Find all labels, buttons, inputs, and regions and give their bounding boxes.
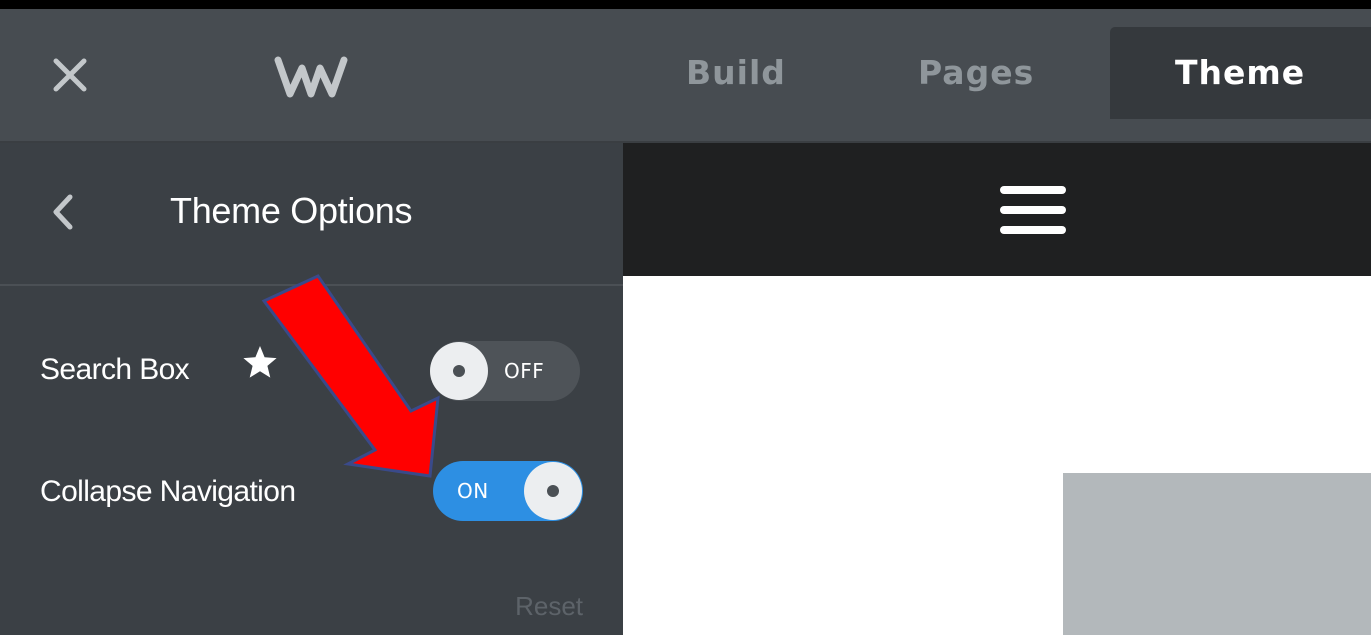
sidebar: Theme Options Search Box OFF Collapse Na… (0, 143, 623, 635)
site-preview (623, 143, 1371, 635)
toggle-state-label: OFF (504, 359, 545, 383)
weebly-logo (274, 56, 348, 98)
reset-button[interactable]: Reset (515, 591, 583, 622)
toggle-knob (524, 462, 582, 520)
close-button[interactable] (50, 55, 92, 97)
preview-image-placeholder (1063, 473, 1371, 635)
search-box-toggle[interactable]: OFF (430, 341, 580, 401)
chevron-left-icon (53, 194, 73, 230)
search-box-label: Search Box (40, 353, 190, 386)
top-bar: Build Pages Theme (0, 9, 1371, 143)
toggle-knob (430, 342, 488, 400)
app-frame: Build Pages Theme Theme Options Search B… (0, 9, 1371, 635)
back-button[interactable] (48, 193, 78, 231)
tab-build[interactable]: Build (686, 27, 786, 119)
toggle-state-label: ON (457, 479, 489, 503)
close-icon (53, 58, 87, 92)
collapse-navigation-label: Collapse Navigation (40, 475, 296, 508)
preview-nav-bar (623, 143, 1371, 276)
page-title: Theme Options (170, 190, 413, 231)
tab-theme[interactable]: Theme (1110, 27, 1371, 119)
tab-pages[interactable]: Pages (918, 27, 1034, 119)
collapse-navigation-toggle[interactable]: ON (433, 461, 583, 521)
star-icon (243, 346, 277, 378)
sidebar-header: Theme Options (0, 143, 623, 286)
hamburger-icon[interactable] (1000, 183, 1066, 237)
